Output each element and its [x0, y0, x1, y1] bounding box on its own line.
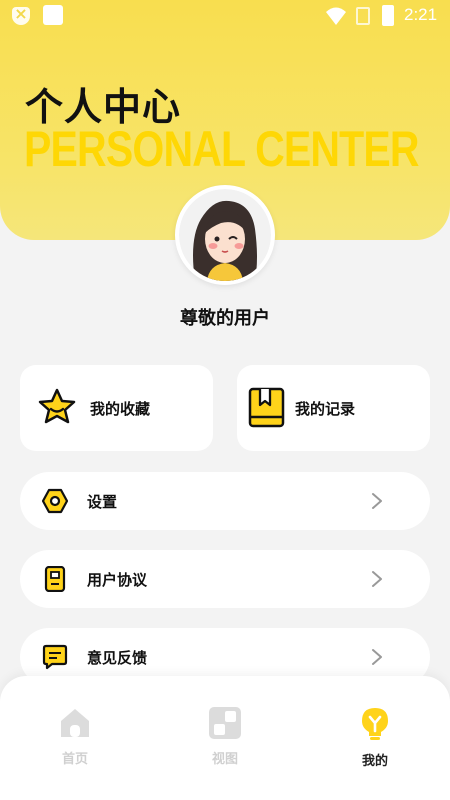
star-icon	[38, 388, 76, 424]
battery-icon	[382, 5, 394, 26]
records-card[interactable]: 我的记录	[237, 365, 430, 451]
bottom-nav: 首页 视图 我的	[0, 676, 450, 800]
sim-icon	[356, 7, 370, 25]
bookmark-book-icon	[248, 387, 285, 428]
settings-row[interactable]: 设置	[20, 472, 430, 530]
lightbulb-icon	[362, 708, 388, 740]
username: 尊敬的用户	[180, 308, 270, 329]
chevron-right-icon	[372, 493, 382, 509]
user-agreement-row[interactable]: 用户协议	[20, 550, 430, 608]
home-icon	[61, 709, 89, 737]
status-bar: 2:21	[0, 0, 450, 32]
shield-icon	[12, 4, 30, 25]
nav-mine-label: 我的	[361, 754, 388, 769]
settings-label: 设置	[87, 493, 118, 511]
favorites-card[interactable]: 我的收藏	[20, 365, 213, 451]
chevron-right-icon	[372, 571, 382, 587]
hex-nut-icon	[42, 488, 68, 514]
nav-mine[interactable]: 我的	[330, 706, 420, 769]
nav-home[interactable]: 首页	[30, 706, 120, 767]
grid-icon	[209, 707, 241, 739]
feedback-label: 意见反馈	[87, 649, 148, 667]
status-time: 2:21	[404, 5, 438, 24]
chevron-right-icon	[372, 649, 382, 665]
favorites-label: 我的收藏	[90, 400, 151, 418]
nav-view[interactable]: 视图	[180, 706, 270, 767]
page-subtitle-en: PERSONAL CENTER	[24, 121, 420, 177]
avatar-girl-illustration	[179, 189, 271, 281]
user-agreement-label: 用户协议	[87, 571, 148, 589]
avatar[interactable]	[175, 185, 275, 285]
records-label: 我的记录	[295, 400, 356, 418]
nav-home-label: 首页	[61, 752, 88, 767]
notification-icon	[43, 5, 63, 25]
chat-bubble-icon	[42, 644, 68, 670]
nav-view-label: 视图	[211, 752, 238, 767]
document-icon	[44, 566, 66, 592]
wifi-icon	[326, 7, 346, 25]
